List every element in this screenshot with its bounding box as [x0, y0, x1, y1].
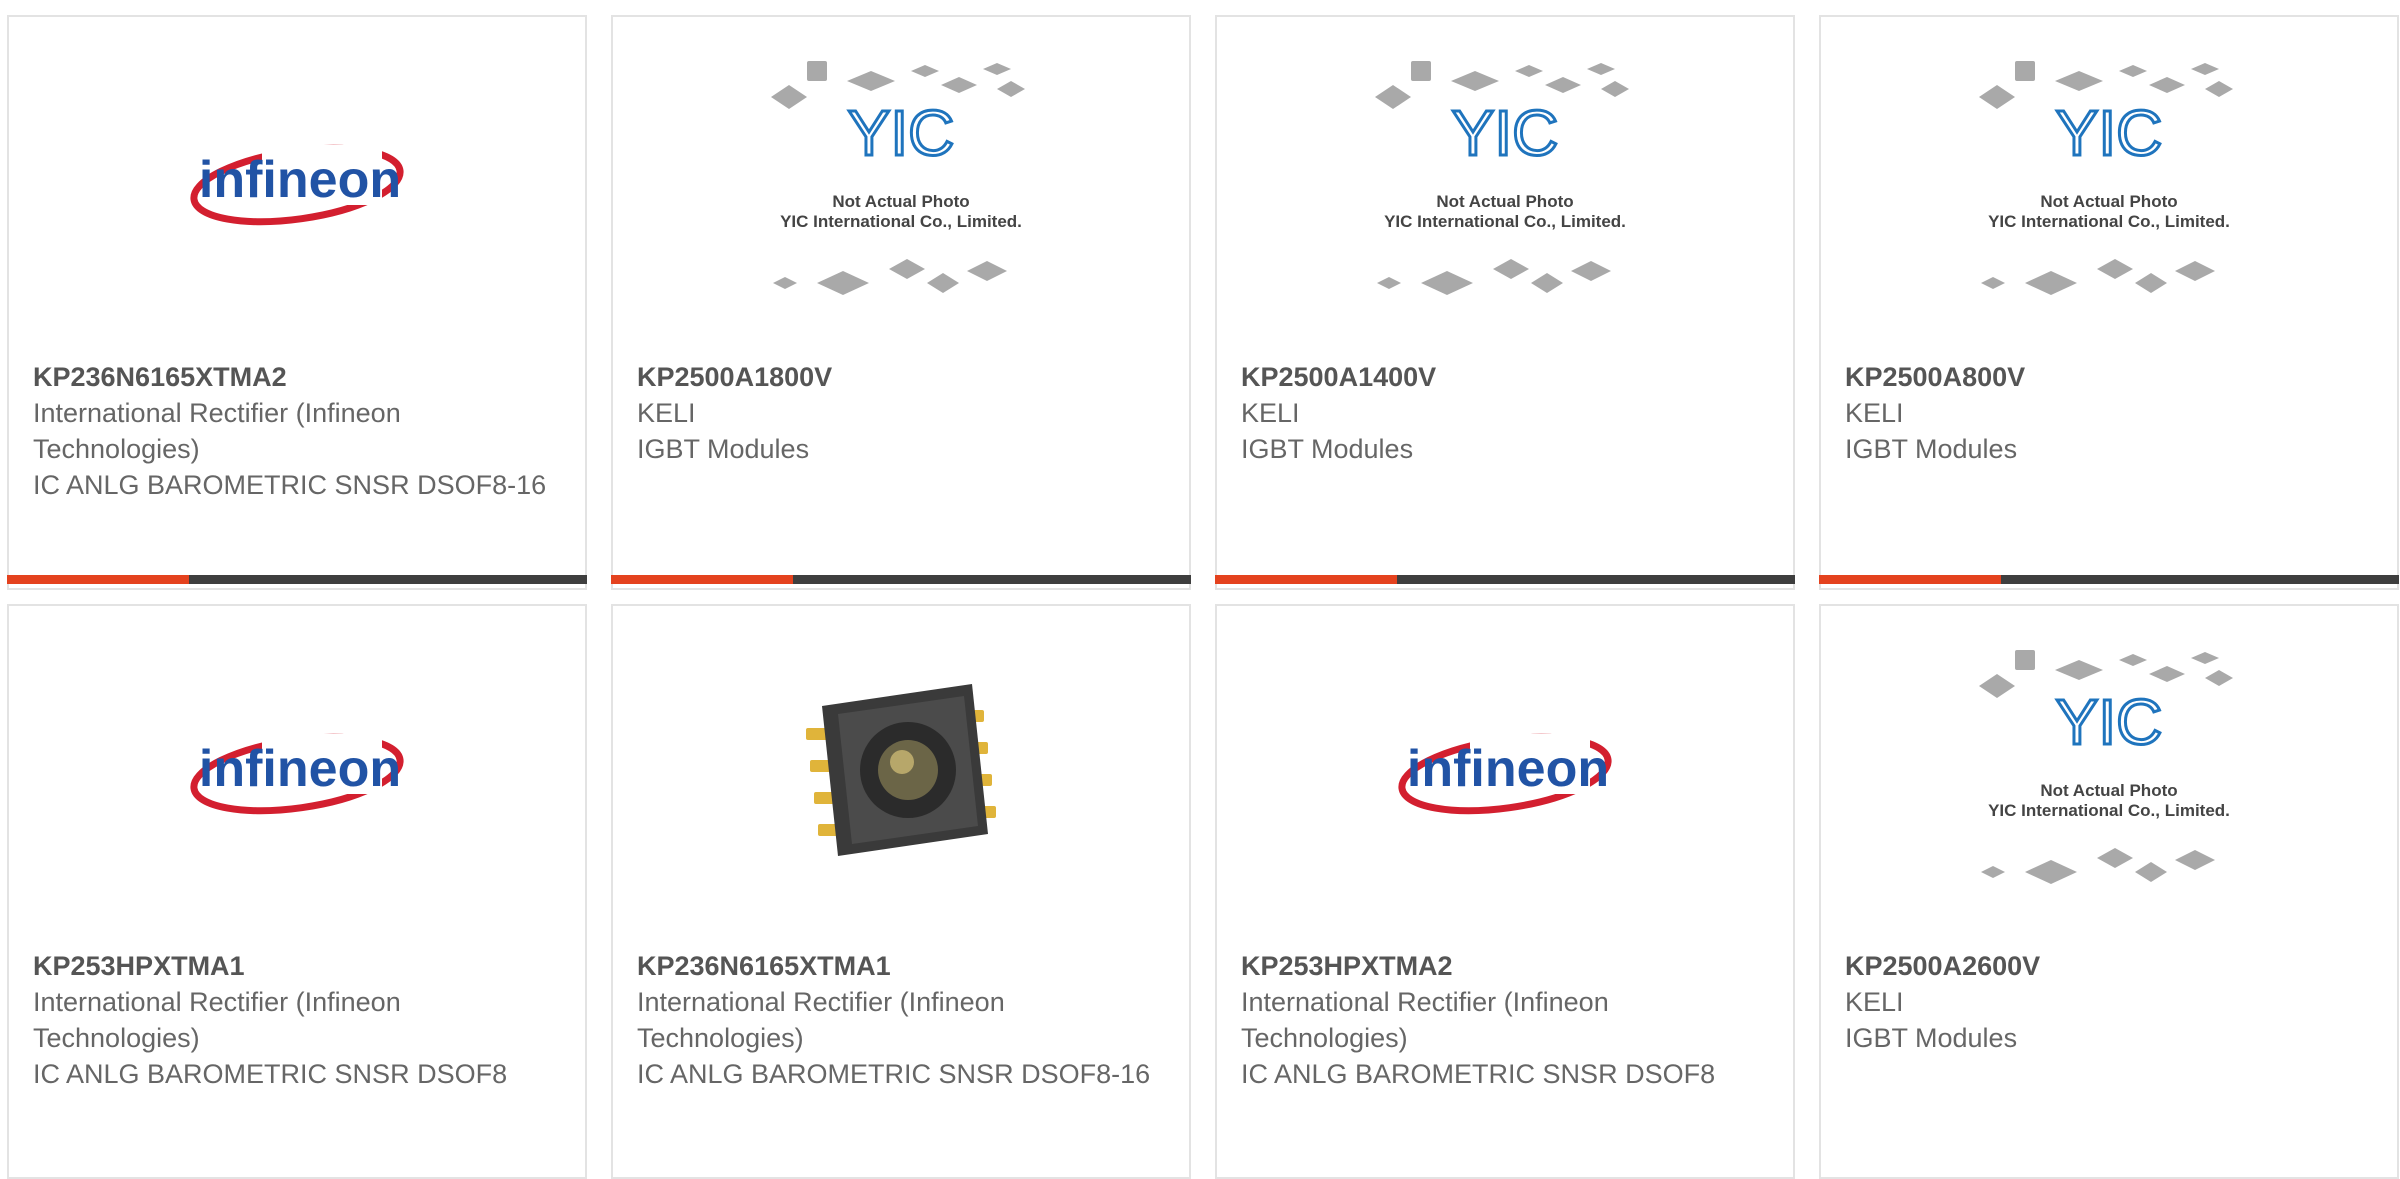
description: IGBT Modules — [637, 434, 810, 464]
product-card[interactable]: KP236N6165XTMA1 International Rectifier … — [611, 604, 1191, 1179]
part-number[interactable]: KP2500A2600V — [1845, 948, 2377, 984]
svg-text:Not Actual Photo: Not Actual Photo — [2040, 192, 2177, 211]
manufacturer: International Rectifier (Infineon Techno… — [1241, 987, 1609, 1053]
svg-text:Not Actual Photo: Not Actual Photo — [2040, 781, 2177, 800]
svg-text:YIC International Co., Limited: YIC International Co., Limited. — [780, 212, 1022, 231]
part-number[interactable]: KP2500A1400V — [1241, 359, 1773, 395]
product-info: KP2500A800V KELI IGBT Modules — [1845, 359, 2377, 467]
product-image-infineon-logo[interactable]: infineon — [1217, 606, 1793, 936]
manufacturer: International Rectifier (Infineon Techno… — [33, 398, 401, 464]
svg-text:Not Actual Photo: Not Actual Photo — [1436, 192, 1573, 211]
product-info: KP2500A1800V KELI IGBT Modules — [637, 359, 1169, 467]
product-card[interactable]: infineon KP236N6165XTMA2 International R… — [7, 15, 587, 590]
manufacturer: International Rectifier (Infineon Techno… — [33, 987, 401, 1053]
manufacturer: International Rectifier (Infineon Techno… — [637, 987, 1005, 1053]
part-number[interactable]: KP2500A800V — [1845, 359, 2377, 395]
product-info: KP253HPXTMA2 International Rectifier (In… — [1241, 948, 1773, 1092]
manufacturer: KELI — [637, 398, 696, 428]
product-image-sensor-chip[interactable] — [613, 606, 1189, 936]
card-bottom-bar — [7, 575, 587, 584]
product-card[interactable]: YIC Not Actual Photo YIC International C… — [1819, 15, 2399, 590]
description: IGBT Modules — [1845, 434, 2018, 464]
svg-text:infineon: infineon — [199, 740, 401, 798]
product-card[interactable]: YIC Not Actual Photo YIC International C… — [1215, 15, 1795, 590]
product-card[interactable]: infineon KP253HPXTMA1 International Rect… — [7, 604, 587, 1179]
manufacturer: KELI — [1241, 398, 1300, 428]
card-bottom-bar — [611, 575, 1191, 584]
product-info: KP236N6165XTMA2 International Rectifier … — [33, 359, 565, 503]
description: IGBT Modules — [1241, 434, 1414, 464]
product-image-infineon-logo[interactable]: infineon — [9, 17, 585, 347]
product-info: KP2500A1400V KELI IGBT Modules — [1241, 359, 1773, 467]
svg-text:YIC International Co., Limited: YIC International Co., Limited. — [1988, 801, 2230, 820]
product-image-placeholder[interactable]: YIC Not Actual Photo YIC International C… — [1821, 606, 2397, 936]
description: IC ANLG BAROMETRIC SNSR DSOF8-16 — [637, 1059, 1151, 1089]
svg-text:YIC: YIC — [2056, 97, 2163, 169]
description: IC ANLG BAROMETRIC SNSR DSOF8 — [1241, 1059, 1716, 1089]
part-number[interactable]: KP253HPXTMA2 — [1241, 948, 1773, 984]
svg-text:Not Actual Photo: Not Actual Photo — [832, 192, 969, 211]
part-number[interactable]: KP253HPXTMA1 — [33, 948, 565, 984]
manufacturer: KELI — [1845, 987, 1904, 1017]
svg-text:YIC International Co., Limited: YIC International Co., Limited. — [1384, 212, 1626, 231]
part-number[interactable]: KP236N6165XTMA1 — [637, 948, 1169, 984]
product-image-placeholder[interactable]: YIC Not Actual Photo YIC International C… — [1217, 17, 1793, 347]
product-image-infineon-logo[interactable]: infineon — [9, 606, 585, 936]
product-card[interactable]: infineon KP253HPXTMA2 International Rect… — [1215, 604, 1795, 1179]
product-info: KP253HPXTMA1 International Rectifier (In… — [33, 948, 565, 1092]
product-card[interactable]: YIC Not Actual Photo YIC International C… — [611, 15, 1191, 590]
svg-text:YIC: YIC — [848, 97, 955, 169]
product-info: KP2500A2600V KELI IGBT Modules — [1845, 948, 2377, 1056]
description: IGBT Modules — [1845, 1023, 2018, 1053]
svg-text:infineon: infineon — [1407, 740, 1609, 798]
product-info: KP236N6165XTMA1 International Rectifier … — [637, 948, 1169, 1092]
product-image-placeholder[interactable]: YIC Not Actual Photo YIC International C… — [1821, 17, 2397, 347]
part-number[interactable]: KP2500A1800V — [637, 359, 1169, 395]
product-card[interactable]: YIC Not Actual Photo YIC International C… — [1819, 604, 2399, 1179]
description: IC ANLG BAROMETRIC SNSR DSOF8 — [33, 1059, 508, 1089]
description: IC ANLG BAROMETRIC SNSR DSOF8-16 — [33, 470, 547, 500]
svg-text:infineon: infineon — [199, 151, 401, 209]
manufacturer: KELI — [1845, 398, 1904, 428]
card-bottom-bar — [1819, 575, 2399, 584]
svg-text:YIC International Co., Limited: YIC International Co., Limited. — [1988, 212, 2230, 231]
part-number[interactable]: KP236N6165XTMA2 — [33, 359, 565, 395]
product-image-placeholder[interactable]: YIC Not Actual Photo YIC International C… — [613, 17, 1189, 347]
card-bottom-bar — [1215, 575, 1795, 584]
svg-text:YIC: YIC — [1452, 97, 1559, 169]
svg-text:YIC: YIC — [2056, 686, 2163, 758]
